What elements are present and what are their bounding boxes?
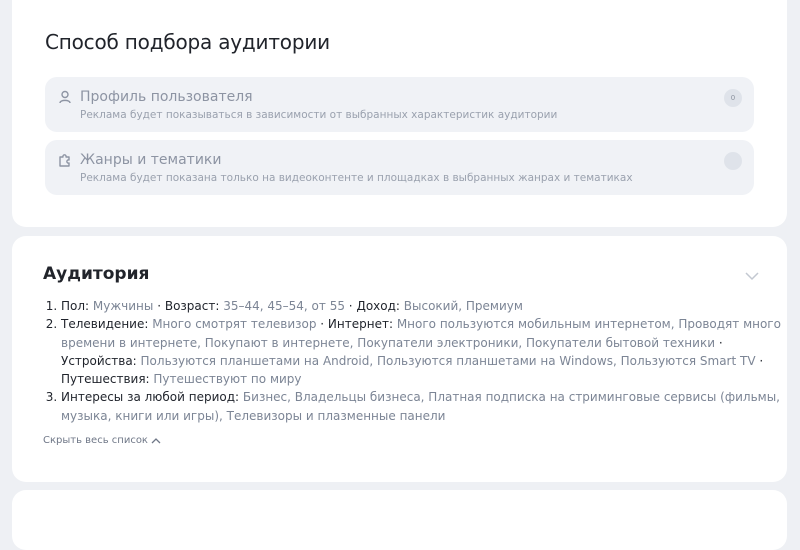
criteria-value: Путешествуют по миру bbox=[153, 372, 302, 387]
separator: · bbox=[755, 353, 764, 368]
option-title: Жанры и тематики bbox=[80, 152, 222, 168]
chevron-up-icon bbox=[151, 437, 161, 443]
puzzle-icon bbox=[57, 152, 73, 168]
criteria-key: Доход: bbox=[356, 299, 404, 313]
separator: · bbox=[316, 317, 328, 332]
criteria-key: Интересы за любой период: bbox=[61, 390, 243, 405]
audience-criteria-item: Интересы за любой период: Бизнес, Владел… bbox=[61, 388, 781, 425]
audience-card: Аудитория Пол: Мужчины · Возраст: 35–44,… bbox=[12, 236, 787, 482]
audience-criteria-item: Пол: Мужчины · Возраст: 35–44, 45–54, от… bbox=[61, 297, 781, 315]
criteria-value: Много смотрят телевизор bbox=[152, 317, 317, 332]
option-description: Реклама будет показана только на видеоко… bbox=[80, 172, 633, 184]
chevron-down-icon[interactable] bbox=[745, 266, 759, 281]
criteria-key: Устройства: bbox=[61, 353, 141, 368]
option-title: Профиль пользователя bbox=[80, 89, 253, 105]
audience-selection-card: Способ подбора аудитории Профиль пользов… bbox=[12, 0, 787, 227]
hide-list-link[interactable]: Скрыть весь список bbox=[43, 435, 161, 446]
audience-criteria-list: Пол: Мужчины · Возраст: 35–44, 45–54, от… bbox=[43, 297, 781, 425]
audience-criteria-item: Телевидение: Много смотрят телевизор · И… bbox=[61, 315, 781, 388]
criteria-value: 35–44, 45–54, от 55 bbox=[223, 299, 345, 313]
criteria-value: Высокий, Премиум bbox=[403, 299, 523, 313]
next-section-card bbox=[12, 490, 787, 550]
criteria-key: Путешествия: bbox=[61, 372, 154, 387]
option-description: Реклама будет показываться в зависимости… bbox=[80, 109, 558, 121]
hide-list-label: Скрыть весь список bbox=[43, 435, 148, 446]
user-icon bbox=[57, 89, 73, 105]
option-genres-topics[interactable]: Жанры и тематики Реклама будет показана … bbox=[45, 140, 754, 195]
criteria-key: Возраст: bbox=[164, 299, 224, 313]
separator: · bbox=[344, 299, 357, 313]
separator: · bbox=[153, 299, 165, 313]
option-user-profile[interactable]: Профиль пользователя Реклама будет показ… bbox=[45, 77, 754, 132]
criteria-key: Телевидение: bbox=[61, 317, 153, 332]
criteria-key: Пол: bbox=[61, 299, 93, 313]
count-badge: 0 bbox=[724, 89, 742, 107]
audience-title: Аудитория bbox=[43, 264, 150, 284]
criteria-value: Пользуются планшетами на Android, Пользу… bbox=[140, 353, 756, 368]
section-title: Способ подбора аудитории bbox=[45, 30, 330, 54]
criteria-key: Интернет: bbox=[327, 317, 397, 332]
criteria-value: Мужчины bbox=[92, 299, 154, 313]
count-badge bbox=[724, 152, 742, 170]
separator: · bbox=[715, 335, 723, 350]
